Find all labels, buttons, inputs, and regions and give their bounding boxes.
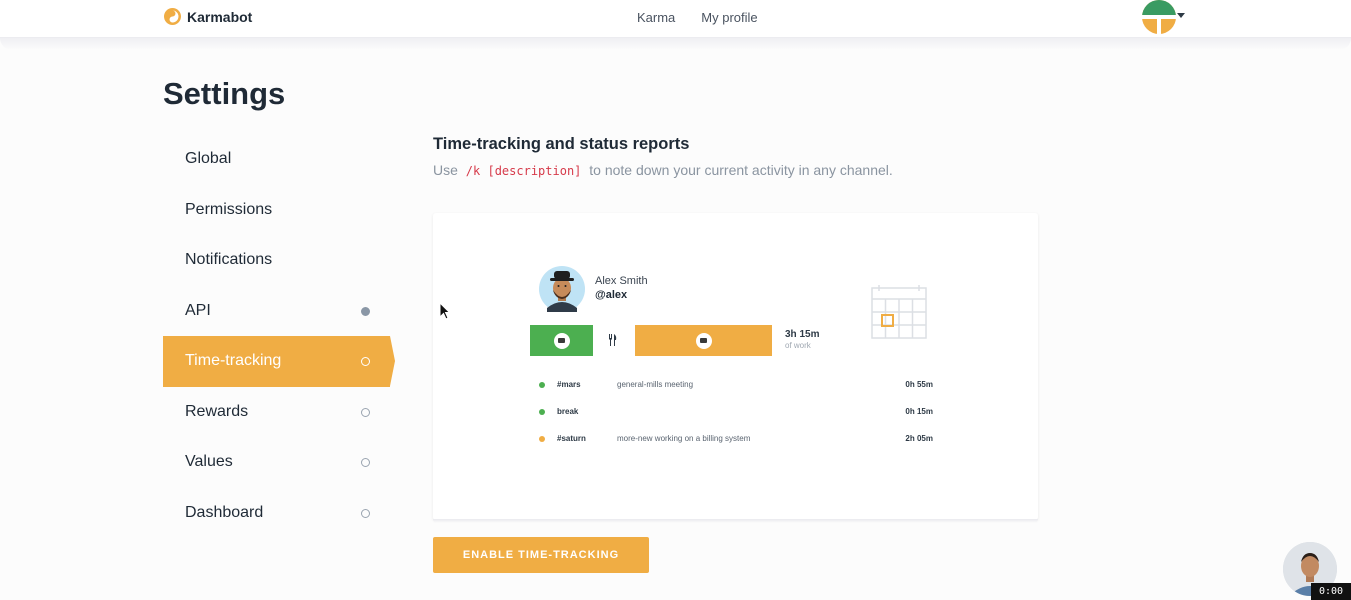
- sidebar-item-notifications[interactable]: Notifications: [163, 235, 395, 286]
- time-tracking-preview: Alex Smith @alex 3h 15m of work #mars ge…: [433, 213, 1038, 520]
- description-text: to note down your current activity in an…: [589, 162, 893, 178]
- activity-time: 0h 55m: [905, 380, 933, 389]
- sidebar-item-label: Global: [185, 150, 232, 168]
- preview-card-edge: [433, 519, 1038, 523]
- nav-item-my-profile[interactable]: My profile: [701, 10, 757, 25]
- sidebar-item-rewards[interactable]: Rewards: [163, 387, 395, 438]
- activity-row: #saturn more-new working on a billing sy…: [539, 433, 933, 447]
- sidebar-item-api[interactable]: API: [163, 286, 395, 337]
- status-dot-icon: [361, 407, 370, 417]
- briefcase-icon: [695, 332, 712, 349]
- status-dot-icon: [361, 508, 370, 518]
- recording-timer: 0:00: [1311, 583, 1351, 600]
- work-segment-bar: [635, 325, 772, 356]
- activity-row: #mars general-mills meeting 0h 55m: [539, 379, 933, 393]
- description-text: Use: [433, 162, 458, 178]
- activity-time: 0h 15m: [905, 407, 933, 416]
- activity-description: general-mills meeting: [617, 380, 694, 389]
- chevron-down-icon[interactable]: [1177, 13, 1185, 18]
- activity-time: 2h 05m: [905, 434, 933, 443]
- activity-channel: #mars: [557, 380, 581, 389]
- sidebar-item-label: Values: [185, 453, 233, 471]
- brand-name: Karmabot: [187, 8, 253, 25]
- sidebar-item-dashboard[interactable]: Dashboard: [163, 488, 395, 539]
- activity-row: break 0h 15m: [539, 406, 933, 420]
- sidebar-item-permissions[interactable]: Permissions: [163, 185, 395, 236]
- sidebar-item-label: Rewards: [185, 402, 249, 420]
- sidebar-item-time-tracking[interactable]: Time-tracking: [163, 336, 395, 387]
- activity-channel: #saturn: [557, 434, 586, 443]
- preview-user-name: Alex Smith: [595, 275, 648, 287]
- command-code: /k [description]: [465, 164, 582, 178]
- nav-item-karma[interactable]: Karma: [637, 10, 675, 25]
- section-title: Time-tracking and status reports: [433, 135, 690, 153]
- section-description: Use /k [description] to note down your c…: [433, 162, 893, 178]
- user-avatar-icon: [539, 266, 585, 312]
- karmabot-logo-icon: [164, 8, 181, 25]
- total-time: 3h 15m: [785, 329, 820, 340]
- sidebar-item-global[interactable]: Global: [163, 134, 395, 185]
- enable-time-tracking-button[interactable]: ENABLE TIME-TRACKING: [433, 537, 649, 573]
- page-title: Settings: [163, 76, 286, 111]
- top-bar-shadow: [0, 38, 1351, 50]
- sidebar-item-label: Permissions: [185, 200, 273, 218]
- calendar-icon: [871, 285, 927, 339]
- sidebar-item-label: API: [185, 301, 211, 319]
- activity-description: more-new working on a billing system: [617, 434, 751, 443]
- activity-channel: break: [557, 407, 579, 416]
- sidebar-item-label: Time-tracking: [185, 352, 282, 370]
- briefcase-icon: [553, 332, 570, 349]
- preview-user-handle: @alex: [595, 289, 628, 301]
- status-dot-icon: [361, 458, 370, 468]
- activity-dot-icon: [539, 409, 545, 415]
- sidebar-item-label: Notifications: [185, 251, 273, 269]
- sidebar-item-label: Dashboard: [185, 503, 264, 521]
- user-avatar-icon[interactable]: [1142, 0, 1176, 34]
- fork-knife-icon: [609, 334, 617, 346]
- settings-sidebar: Global Permissions Notifications API Tim…: [163, 134, 395, 538]
- status-dot-icon: [361, 306, 370, 316]
- activity-dot-icon: [539, 382, 545, 388]
- activity-dot-icon: [539, 436, 545, 442]
- status-dot-icon: [361, 357, 370, 367]
- main-nav: Karma My profile: [637, 10, 758, 25]
- total-time-label: of work: [785, 341, 811, 350]
- work-segment-bar: [530, 325, 593, 356]
- mouse-cursor-icon: [439, 302, 450, 320]
- sidebar-item-values[interactable]: Values: [163, 437, 395, 488]
- brand[interactable]: Karmabot: [164, 8, 252, 25]
